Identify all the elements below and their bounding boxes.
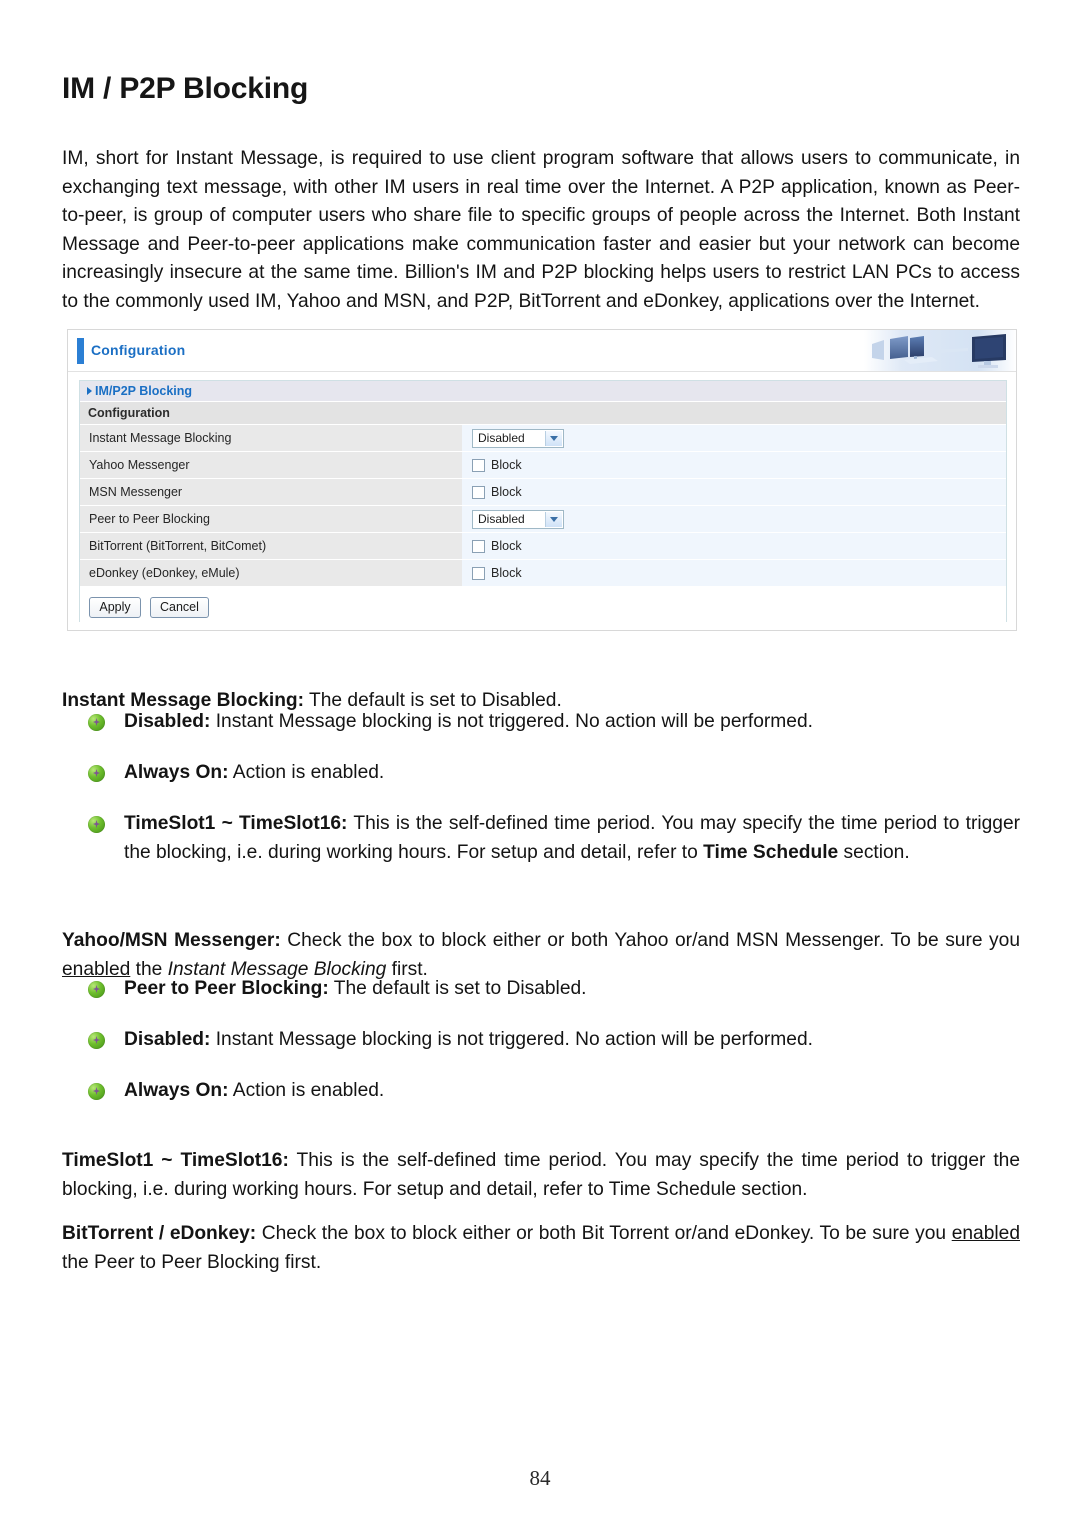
document-page: IM / P2P Blocking IM, short for Instant … bbox=[0, 0, 1080, 1527]
chevron-down-icon[interactable] bbox=[545, 430, 562, 446]
desc-label: Yahoo/MSN Messenger: bbox=[62, 930, 281, 952]
button-row: Apply Cancel bbox=[80, 587, 1006, 627]
green-globe-bullet-icon bbox=[88, 1032, 105, 1049]
row-label: Peer to Peer Blocking bbox=[80, 506, 462, 532]
desc-text-b: the Peer to Peer Blocking first. bbox=[62, 1251, 322, 1273]
row-label: Instant Message Blocking bbox=[80, 425, 462, 451]
section-title-label: IM/P2P Blocking bbox=[95, 384, 193, 398]
bullet-label: Always On: bbox=[124, 1080, 229, 1101]
bullet-text: The default is set to Disabled. bbox=[328, 978, 587, 999]
bullet-im-always-on: Always On: Action is enabled. bbox=[88, 759, 1020, 788]
form-row-instant-message-blocking: Instant Message Blocking Disabled bbox=[80, 425, 1006, 451]
select-value: Disabled bbox=[478, 512, 525, 526]
checkbox-box-icon[interactable] bbox=[472, 566, 485, 580]
instant-message-blocking-select[interactable]: Disabled bbox=[472, 428, 564, 448]
page-title: IM / P2P Blocking bbox=[62, 72, 309, 106]
row-value: Block bbox=[462, 533, 1006, 559]
checkbox-box-icon[interactable] bbox=[472, 485, 485, 499]
checkbox-label: Block bbox=[491, 539, 522, 553]
screenshot-header: Configuration bbox=[68, 330, 1016, 372]
desc-label: TimeSlot1 ~ TimeSlot16: bbox=[62, 1150, 289, 1172]
row-label: BitTorrent (BitTorrent, BitComet) bbox=[80, 533, 462, 559]
desc-label: BitTorrent / eDonkey: bbox=[62, 1223, 257, 1245]
msn-messenger-block-checkbox[interactable]: Block bbox=[472, 485, 522, 499]
bullet-peer-to-peer-blocking: Peer to Peer Blocking: The default is se… bbox=[88, 975, 1020, 1004]
edonkey-block-checkbox[interactable]: Block bbox=[472, 566, 522, 580]
row-value: Block bbox=[462, 479, 1006, 505]
desc-bittorrent-edonkey: BitTorrent / eDonkey: Check the box to b… bbox=[62, 1220, 1020, 1277]
apply-button[interactable]: Apply bbox=[89, 596, 141, 618]
section-title-im-p2p-blocking: IM/P2P Blocking bbox=[80, 381, 1006, 402]
router-config-screenshot: Configuration IM/P2P Blocking Configurat… bbox=[67, 329, 1017, 631]
workstation-banner-image bbox=[864, 330, 1016, 371]
header-accent-bar bbox=[77, 338, 84, 364]
bullet-label: Peer to Peer Blocking: bbox=[124, 978, 329, 999]
bullet-text: Instant Message blocking is not triggere… bbox=[210, 1029, 813, 1050]
green-globe-bullet-icon bbox=[88, 714, 105, 731]
desc-p2p-timeslot: TimeSlot1 ~ TimeSlot16: This is the self… bbox=[62, 1147, 1020, 1204]
checkbox-box-icon[interactable] bbox=[472, 458, 485, 472]
row-label: MSN Messenger bbox=[80, 479, 462, 505]
row-value: Block bbox=[462, 452, 1006, 478]
bullet-text-b: section. bbox=[838, 841, 910, 863]
bullet-label: Always On: bbox=[124, 762, 229, 783]
bullet-p2p-disabled: Disabled: Instant Message blocking is no… bbox=[88, 1026, 1020, 1055]
select-value: Disabled bbox=[478, 431, 525, 445]
triangle-marker-icon bbox=[87, 387, 92, 395]
row-value: Disabled bbox=[462, 425, 1006, 451]
green-globe-bullet-icon bbox=[88, 816, 105, 833]
form-row-peer-to-peer-blocking: Peer to Peer Blocking Disabled bbox=[80, 506, 1006, 532]
row-value: Disabled bbox=[462, 506, 1006, 532]
row-label: eDonkey (eDonkey, eMule) bbox=[80, 560, 462, 586]
subsection-title-configuration: Configuration bbox=[80, 402, 1006, 424]
bullet-label: Disabled: bbox=[124, 711, 211, 732]
form-row-yahoo-messenger: Yahoo Messenger Block bbox=[80, 452, 1006, 478]
screenshot-body: IM/P2P Blocking Configuration Instant Me… bbox=[79, 380, 1007, 627]
checkbox-label: Block bbox=[491, 566, 522, 580]
bullet-ref-bold: Time Schedule bbox=[703, 841, 839, 863]
desc-underline: enabled bbox=[951, 1223, 1020, 1245]
bullet-im-disabled: Disabled: Instant Message blocking is no… bbox=[88, 708, 1020, 737]
desc-text-a: Check the box to block either or both Ya… bbox=[280, 930, 1020, 952]
green-globe-bullet-icon bbox=[88, 1083, 105, 1100]
bullet-text: Action is enabled. bbox=[228, 762, 385, 783]
bullet-p2p-always-on: Always On: Action is enabled. bbox=[88, 1077, 1020, 1106]
checkbox-box-icon[interactable] bbox=[472, 539, 485, 553]
peer-to-peer-blocking-select[interactable]: Disabled bbox=[472, 509, 564, 529]
form-row-bittorrent: BitTorrent (BitTorrent, BitComet) Block bbox=[80, 533, 1006, 559]
checkbox-label: Block bbox=[491, 458, 522, 472]
bullet-im-timeslot: TimeSlot1 ~ TimeSlot16: This is the self… bbox=[88, 810, 1020, 867]
yahoo-messenger-block-checkbox[interactable]: Block bbox=[472, 458, 522, 472]
page-number: 84 bbox=[529, 1466, 551, 1490]
bullet-text: Action is enabled. bbox=[228, 1080, 385, 1101]
row-value: Block bbox=[462, 560, 1006, 586]
bittorrent-block-checkbox[interactable]: Block bbox=[472, 539, 522, 553]
form-row-msn-messenger: MSN Messenger Block bbox=[80, 479, 1006, 505]
bullet-label: Disabled: bbox=[124, 1029, 211, 1050]
bullet-label: TimeSlot1 ~ TimeSlot16: bbox=[124, 813, 348, 834]
green-globe-bullet-icon bbox=[88, 981, 105, 998]
checkbox-label: Block bbox=[491, 485, 522, 499]
green-globe-bullet-icon bbox=[88, 765, 105, 782]
chevron-down-icon[interactable] bbox=[545, 511, 562, 527]
row-label: Yahoo Messenger bbox=[80, 452, 462, 478]
desc-text-a: Check the box to block either or both Bi… bbox=[256, 1223, 952, 1245]
header-title: Configuration bbox=[91, 342, 186, 358]
cancel-button[interactable]: Cancel bbox=[150, 596, 209, 618]
form-row-edonkey: eDonkey (eDonkey, eMule) Block bbox=[80, 560, 1006, 586]
intro-paragraph: IM, short for Instant Message, is requir… bbox=[62, 148, 1020, 312]
bullet-text: Instant Message blocking is not triggere… bbox=[210, 711, 813, 732]
